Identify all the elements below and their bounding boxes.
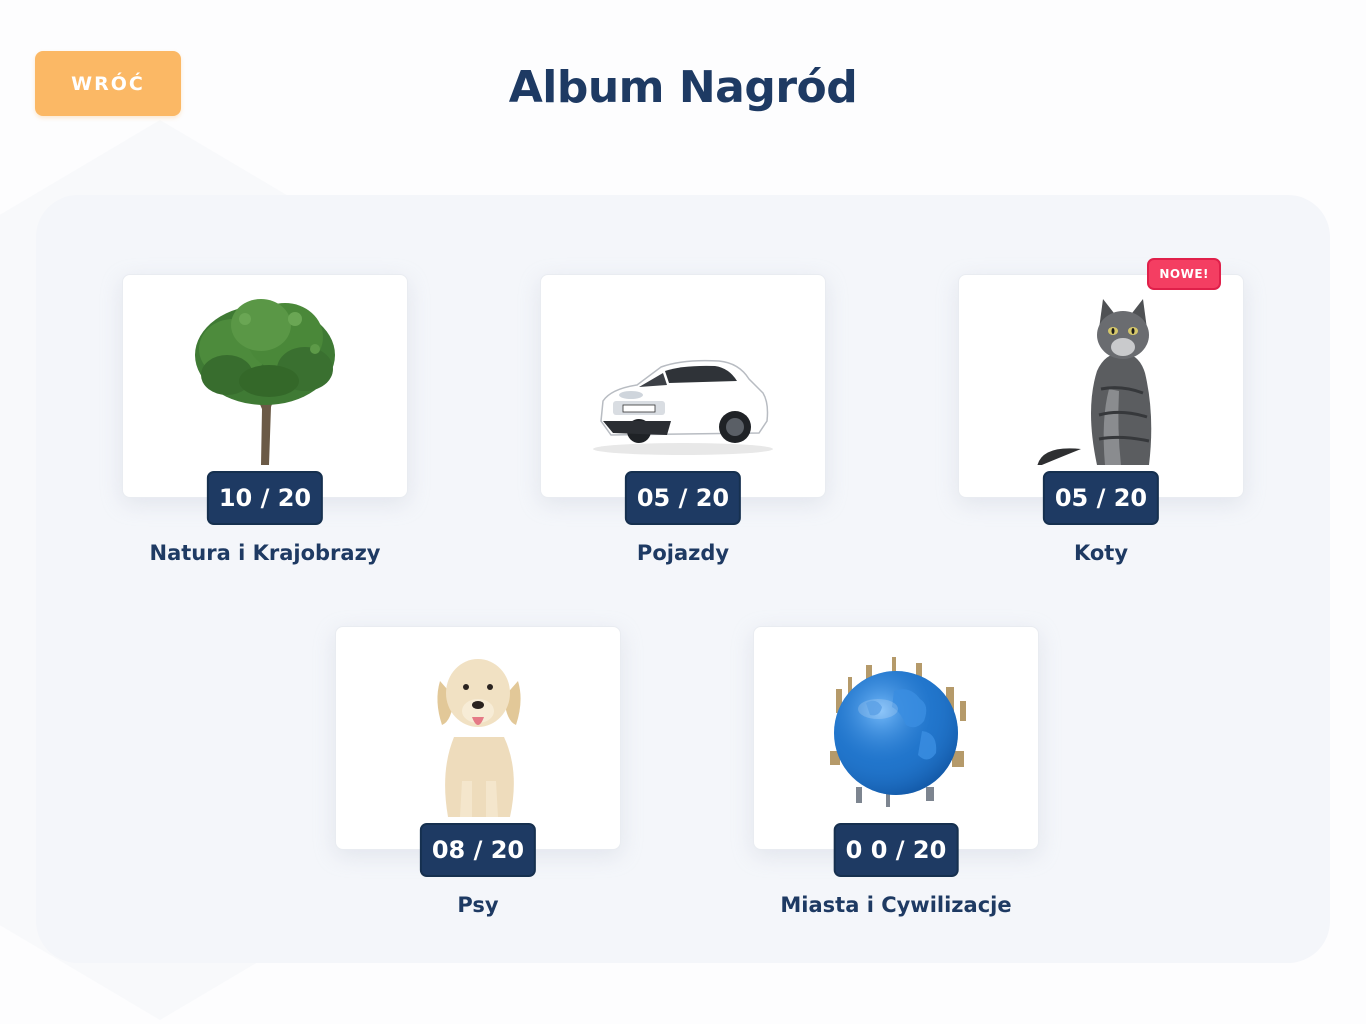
album-title: Pojazdy xyxy=(636,541,730,565)
cat-icon xyxy=(1037,299,1152,465)
album-card-vehicles[interactable]: 05 / 20 Pojazdy xyxy=(511,240,855,565)
album-card-cats[interactable]: NOWE! 05 / 20 Koty xyxy=(929,240,1273,565)
album-title: Miasta i Cywilizacje xyxy=(780,893,1012,917)
album-card-dogs[interactable]: 08 / 20 Psy xyxy=(306,592,650,917)
album-progress-badge: 0 0 / 20 xyxy=(833,823,959,877)
new-tag: NOWE! xyxy=(1147,258,1221,290)
globe-icon xyxy=(830,657,966,807)
tree-icon xyxy=(195,299,335,465)
album-card-nature[interactable]: 10 / 20 Natura i Krajobrazy xyxy=(93,240,437,565)
album-progress-badge: 10 / 20 xyxy=(206,471,324,525)
reward-album-page: WRÓĆ Album Nagród 10 / 20 Natura i Krajo… xyxy=(0,0,1366,1024)
album-card-cities[interactable]: 0 0 / 20 Miasta i Cywilizacje xyxy=(724,592,1068,917)
album-title: Koty xyxy=(1073,541,1129,565)
page-title: Album Nagród xyxy=(508,62,858,113)
album-progress-badge: 08 / 20 xyxy=(419,823,537,877)
album-progress-badge: 05 / 20 xyxy=(1042,471,1160,525)
album-progress-badge: 05 / 20 xyxy=(624,471,742,525)
dog-icon xyxy=(437,659,521,817)
car-icon xyxy=(593,359,773,455)
album-title: Natura i Krajobrazy xyxy=(149,541,381,565)
album-title: Psy xyxy=(457,893,499,917)
